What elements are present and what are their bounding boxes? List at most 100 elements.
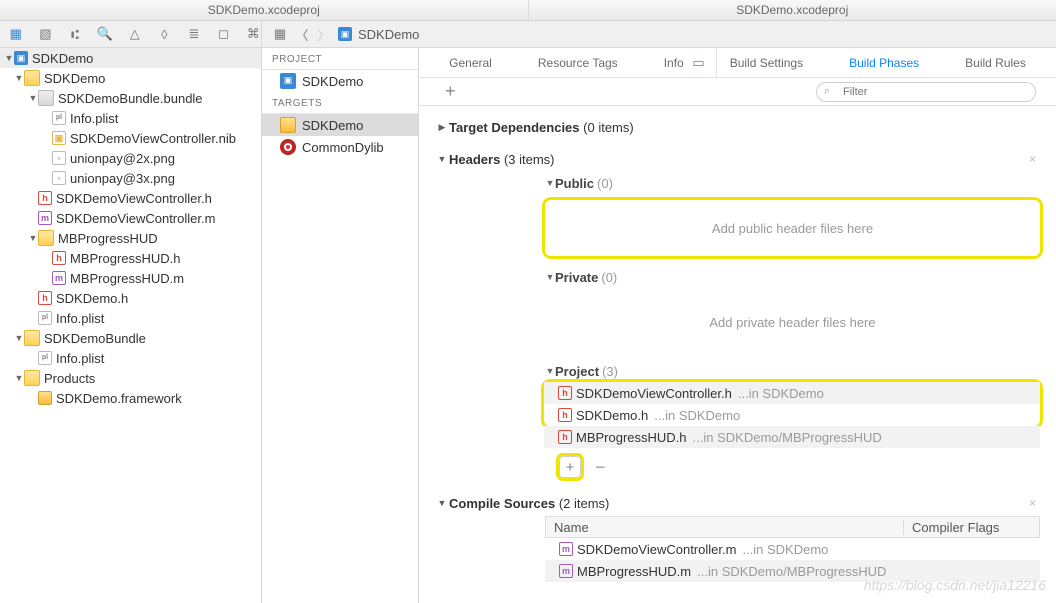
nav-group[interactable]: ▼SDKDemo <box>0 68 261 88</box>
project-icon: ▣ <box>280 73 296 89</box>
header-file-row[interactable]: hMBProgressHUD.h...in SDKDemo/MBProgress… <box>544 426 1040 448</box>
chevron-down-icon[interactable]: ▼ <box>545 272 555 282</box>
nav-label: Info.plist <box>70 111 118 126</box>
breadcrumb[interactable]: SDKDemo <box>358 27 419 42</box>
phase-title-label: Headers <box>449 152 500 167</box>
project-row[interactable]: ▣SDKDemo <box>262 70 418 92</box>
chevron-right-icon[interactable]: ▶ <box>435 122 449 133</box>
subsection-count: (0) <box>601 270 617 285</box>
phase-headers[interactable]: ▼ Headers (3 items) × ▼Public(0) Add pub… <box>435 146 1040 484</box>
nav-label: MBProgressHUD <box>58 231 158 246</box>
chevron-down-icon[interactable]: ▼ <box>545 178 555 188</box>
nav-project-root[interactable]: ▼ ▣ SDKDemo <box>0 48 261 68</box>
nav-label: Products <box>44 371 95 386</box>
subsection-label: Private <box>555 270 598 285</box>
search-icon[interactable]: 🔍 <box>97 26 113 42</box>
target-name-label: CommonDylib <box>302 140 384 155</box>
nav-file[interactable]: SDKDemo.framework <box>0 388 261 408</box>
private-headers-dropzone[interactable]: Add private header files here <box>545 294 1040 350</box>
targets-list: PROJECT ▣SDKDemo TARGETS SDKDemo CommonD… <box>262 48 419 603</box>
filter-input[interactable] <box>816 82 1036 102</box>
nav-file[interactable]: pl Info.plist <box>0 108 261 128</box>
remove-header-button[interactable]: − <box>595 457 606 478</box>
tag-icon[interactable]: ◻︎ <box>216 26 232 42</box>
nav-file[interactable]: plInfo.plist <box>0 308 261 328</box>
project-navigator[interactable]: ▼ ▣ SDKDemo ▼SDKDemo ▼SDKDemoBundle.bund… <box>0 48 262 603</box>
tab-build-rules[interactable]: Build Rules <box>965 56 1026 70</box>
editor-area: ▭ General Resource Tags Info Build Setti… <box>419 48 1056 603</box>
file-path: ...in SDKDemo/MBProgressHUD <box>693 430 882 445</box>
back-icon[interactable]: 〈 <box>294 26 310 42</box>
chevron-down-icon[interactable]: ▼ <box>435 498 449 508</box>
highlighted-headers: hSDKDemoViewController.h...in SDKDemo hS… <box>544 382 1040 426</box>
nav-file[interactable]: h SDKDemo.h <box>0 288 261 308</box>
related-icon[interactable]: ▦ <box>272 26 288 42</box>
col-flags: Compiler Flags <box>904 520 999 535</box>
add-remove-headers: + − <box>559 456 606 478</box>
h-file-icon: h <box>52 251 66 265</box>
remove-phase-button[interactable]: × <box>1029 152 1036 166</box>
nav-label: MBProgressHUD.m <box>70 271 184 286</box>
tab-build-phases[interactable]: Build Phases <box>849 56 919 70</box>
source-file-row[interactable]: mSDKDemoViewController.m...in SDKDemo <box>545 538 1040 560</box>
nav-label: SDKDemoViewController.nib <box>70 131 236 146</box>
nav-label: SDKDemo.framework <box>56 391 182 406</box>
nav-label: unionpay@3x.png <box>70 171 175 186</box>
tab-build-settings[interactable]: Build Settings <box>730 56 803 70</box>
target-row-commondylib[interactable]: CommonDylib <box>262 136 418 158</box>
nav-group[interactable]: ▼SDKDemoBundle <box>0 328 261 348</box>
chevron-down-icon[interactable]: ▼ <box>4 53 14 63</box>
nav-file[interactable]: ▣SDKDemoViewController.nib <box>0 128 261 148</box>
chevron-down-icon[interactable]: ▼ <box>435 154 449 164</box>
header-file-row[interactable]: hSDKDemo.h...in SDKDemo <box>544 404 1040 426</box>
phase-target-dependencies[interactable]: ▶ Target Dependencies (0 items) <box>435 114 1040 140</box>
nav-file[interactable]: hSDKDemoViewController.h <box>0 188 261 208</box>
phase-count: (2 items) <box>559 496 610 511</box>
public-headers-dropzone[interactable]: Add public header files here <box>545 200 1040 256</box>
filter-field-wrap: ⌕ <box>816 82 1046 102</box>
add-header-button[interactable]: + <box>559 456 581 478</box>
hierarchy-icon[interactable]: ⑆ <box>67 26 83 42</box>
nav-label: SDKDemoViewController.m <box>56 211 215 226</box>
speech-icon[interactable]: ⌘ <box>245 26 261 42</box>
file-path: ...in SDKDemo/MBProgressHUD <box>697 564 886 579</box>
remove-phase-button[interactable]: × <box>1029 496 1036 510</box>
nav-group[interactable]: ▼MBProgressHUD <box>0 228 261 248</box>
title-left: SDKDemo.xcodeproj <box>0 0 529 20</box>
chevron-down-icon[interactable]: ▼ <box>545 366 555 376</box>
h-file-icon: h <box>38 291 52 305</box>
nav-label: unionpay@2x.png <box>70 151 175 166</box>
tab-general[interactable]: General <box>449 56 492 70</box>
symbol-nav-icon[interactable]: ▧ <box>38 26 54 42</box>
nav-bundle[interactable]: ▼SDKDemoBundle.bundle <box>0 88 261 108</box>
nav-file[interactable]: ▫unionpay@3x.png <box>0 168 261 188</box>
project-headers-list: hSDKDemoViewController.h...in SDKDemo hS… <box>544 382 1040 448</box>
title-right: SDKDemo.xcodeproj <box>529 0 1056 20</box>
nav-file[interactable]: ▫unionpay@2x.png <box>0 148 261 168</box>
forward-icon[interactable]: 〉 <box>316 26 332 42</box>
toolbar: ▦ ▧ ⑆ 🔍 △ ◊ ≣ ◻︎ ⌘ ▦ 〈 〉 ▣ SDKDemo <box>0 21 1056 48</box>
target-row-sdkdemo[interactable]: SDKDemo <box>262 114 418 136</box>
nav-group[interactable]: ▼Products <box>0 368 261 388</box>
gauge-icon[interactable]: ≣ <box>186 26 202 42</box>
warning-icon[interactable]: △ <box>127 26 143 42</box>
section-project-label: PROJECT <box>262 48 418 70</box>
plist-icon: pl <box>52 111 66 125</box>
hide-document-outline-button[interactable]: ▭ <box>681 48 717 78</box>
nav-file[interactable]: plInfo.plist <box>0 348 261 368</box>
tab-resource-tags[interactable]: Resource Tags <box>538 56 618 70</box>
nav-file[interactable]: mSDKDemoViewController.m <box>0 208 261 228</box>
header-file-row[interactable]: hSDKDemoViewController.h...in SDKDemo <box>544 382 1040 404</box>
h-file-icon: h <box>38 191 52 205</box>
nav-label: SDKDemo.h <box>56 291 128 306</box>
add-phase-button[interactable]: + <box>445 81 456 102</box>
nav-file[interactable]: hMBProgressHUD.h <box>0 248 261 268</box>
files-nav-icon[interactable]: ▦ <box>8 26 24 42</box>
nav-file[interactable]: mMBProgressHUD.m <box>0 268 261 288</box>
diff-icon[interactable]: ◊ <box>157 26 173 42</box>
folder-icon <box>24 70 40 86</box>
phase-compile-sources[interactable]: ▼ Compile Sources (2 items) × Name Compi… <box>435 490 1040 582</box>
project-icon: ▣ <box>14 51 28 65</box>
file-name: SDKDemo.h <box>576 408 648 423</box>
plist-icon: pl <box>38 311 52 325</box>
